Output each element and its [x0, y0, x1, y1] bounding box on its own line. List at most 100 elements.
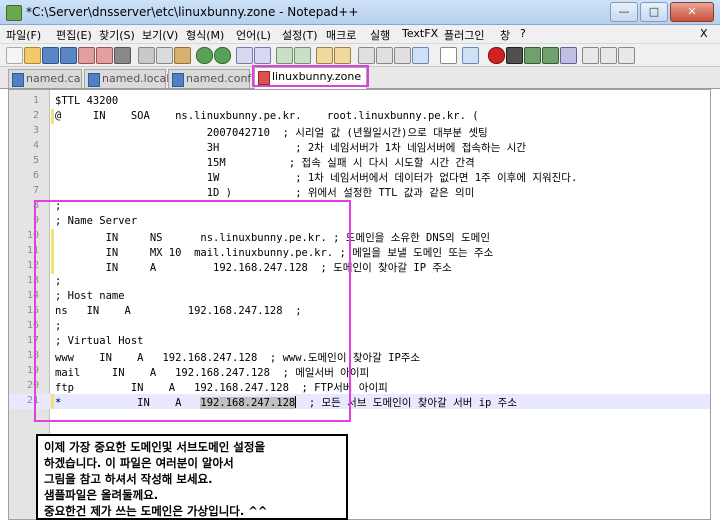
- code-text: 1W ; 1차 네임서버에서 데이터가 없다면 1주 이후에 지워진다.: [55, 170, 578, 185]
- note-line: 그림을 참고 하셔서 작성해 보세요.: [44, 472, 213, 486]
- close-document-button[interactable]: X: [700, 27, 708, 40]
- menu-macro[interactable]: 매크로: [326, 27, 356, 43]
- abc-check-icon[interactable]: [600, 47, 617, 64]
- stop-macro-icon[interactable]: [506, 47, 523, 64]
- code-text: $TTL 43200: [55, 95, 118, 107]
- word-wrap-icon[interactable]: [358, 47, 375, 64]
- line-number: 1: [32, 95, 39, 106]
- tab-named-ca[interactable]: named.ca: [8, 69, 82, 88]
- cut-icon[interactable]: [138, 47, 155, 64]
- code-line[interactable]: 4 3H ; 2차 네임서버가 1차 네임서버에 접속하는 시간: [9, 139, 710, 154]
- code-segment: 1D ) ; 위에서 설정한 TTL 값과 같은 의미: [55, 187, 475, 199]
- new-file-icon[interactable]: [6, 47, 23, 64]
- close-file-icon[interactable]: [78, 47, 95, 64]
- code-segment: 1W ; 1차 네임서버에서 데이터가 없다면 1주 이후에 지워진다.: [55, 172, 578, 184]
- window-title: *C:\Server\dnsserver\etc\linuxbunny.zone…: [26, 5, 359, 19]
- note-line: 이제 가장 중요한 도메인및 서브도메인 설정을: [44, 440, 266, 454]
- minimize-button[interactable]: —: [610, 2, 638, 22]
- menu-language[interactable]: 언어(L): [236, 27, 271, 43]
- menu-bar: 파일(F) 편집(E) 찾기(S) 보기(V) 형식(M) 언어(L) 설정(T…: [0, 25, 720, 44]
- code-text: 2007042710 ; 시리얼 값 (년월일시간)으로 대부분 셋팅: [55, 125, 488, 140]
- note-line: 하겠습니다. 이 파일은 여러분이 알아서: [44, 456, 234, 470]
- code-segment: $TTL 43200: [55, 95, 119, 107]
- file-icon: [12, 73, 24, 87]
- save-icon[interactable]: [42, 47, 59, 64]
- menu-settings[interactable]: 설정(T): [282, 27, 318, 43]
- code-line[interactable]: 6 1W ; 1차 네임서버에서 데이터가 없다면 1주 이후에 지워진다.: [9, 169, 710, 184]
- code-segment: 15M ; 접속 실패 시 다시 시도할 시간 간격: [55, 157, 475, 169]
- play-multiple-macro-icon[interactable]: [542, 47, 559, 64]
- line-number: 7: [32, 185, 39, 196]
- copy-icon[interactable]: [156, 47, 173, 64]
- function-list-icon[interactable]: [462, 47, 479, 64]
- file-icon: [172, 73, 184, 87]
- code-text: 15M ; 접속 실패 시 다시 시도할 시간 간격: [55, 155, 475, 170]
- indent-guide-icon[interactable]: [394, 47, 411, 64]
- code-segment: 3H ; 2차 네임서버가 1차 네임서버에 접속하는 시간: [55, 142, 526, 154]
- save-macro-icon[interactable]: [560, 47, 577, 64]
- code-line[interactable]: 1 $TTL 43200: [9, 94, 710, 109]
- code-line[interactable]: 3 2007042710 ; 시리얼 값 (년월일시간)으로 대부분 셋팅: [9, 124, 710, 139]
- code-highlight-annotation: [34, 200, 351, 422]
- menu-view[interactable]: 보기(V): [142, 27, 178, 43]
- tab-label: named.local: [102, 72, 170, 85]
- annotation-note-box: 이제 가장 중요한 도메인및 서브도메인 설정을 하겠습니다. 이 파일은 여러…: [36, 434, 348, 520]
- line-number: 2: [32, 110, 39, 121]
- record-macro-icon[interactable]: [488, 47, 505, 64]
- note-line: 중요한건 제가 쓰는 도메인은 가상입니다. ^^: [44, 504, 268, 518]
- change-marker: [51, 109, 54, 124]
- pilcrow-icon[interactable]: [412, 47, 429, 64]
- abc-icon[interactable]: [618, 47, 635, 64]
- close-window-button[interactable]: ✕: [670, 2, 714, 22]
- line-number: 5: [32, 155, 39, 166]
- menu-search[interactable]: 찾기(S): [99, 27, 135, 43]
- undo-icon[interactable]: [196, 47, 213, 64]
- code-line[interactable]: 7 1D ) ; 위에서 설정한 TTL 값과 같은 의미: [9, 184, 710, 199]
- code-line[interactable]: 5 15M ; 접속 실패 시 다시 시도할 시간 간격: [9, 154, 710, 169]
- line-number: 6: [32, 170, 39, 181]
- code-segment: 2007042710 ; 시리얼 값 (년월일시간)으로 대부분 셋팅: [55, 127, 488, 139]
- file-icon: [88, 73, 100, 87]
- menu-window[interactable]: 창: [500, 27, 510, 43]
- open-file-icon[interactable]: [24, 47, 41, 64]
- tab-named-local[interactable]: named.local: [84, 69, 170, 88]
- code-text: @ IN SOA ns.linuxbunny.pe.kr. root.linux…: [55, 110, 479, 122]
- print-icon[interactable]: [114, 47, 131, 64]
- tab-label: named.conf: [186, 72, 252, 85]
- menu-format[interactable]: 형식(M): [186, 27, 224, 43]
- line-number: 3: [32, 125, 39, 136]
- toolbar: [0, 44, 720, 67]
- show-all-chars-icon[interactable]: [376, 47, 393, 64]
- sync-h-icon[interactable]: [334, 47, 351, 64]
- menu-plugins[interactable]: 플러그인: [444, 27, 484, 43]
- document-view-icon[interactable]: [440, 47, 457, 64]
- title-bar: *C:\Server\dnsserver\etc\linuxbunny.zone…: [0, 0, 720, 25]
- zoom-in-icon[interactable]: [276, 47, 293, 64]
- notepadpp-icon: [6, 5, 22, 21]
- code-text: 3H ; 2차 네임서버가 1차 네임서버에 접속하는 시간: [55, 140, 526, 155]
- tab-label: named.ca: [26, 72, 81, 85]
- line-number: 4: [32, 140, 39, 151]
- redo-icon[interactable]: [214, 47, 231, 64]
- code-segment: @ IN SOA ns.linuxbunny.pe.kr. root.linux…: [55, 110, 479, 122]
- sync-v-icon[interactable]: [316, 47, 333, 64]
- tab-highlight-annotation: [252, 65, 369, 87]
- menu-help[interactable]: ?: [520, 27, 526, 40]
- tab-named-conf[interactable]: named.conf: [168, 69, 252, 88]
- menu-file[interactable]: 파일(F): [6, 27, 41, 43]
- save-all-icon[interactable]: [60, 47, 77, 64]
- spell-check-icon[interactable]: [582, 47, 599, 64]
- zoom-out-icon[interactable]: [294, 47, 311, 64]
- note-line: 샘플파일은 올려둘께요.: [44, 488, 159, 502]
- paste-icon[interactable]: [174, 47, 191, 64]
- menu-run[interactable]: 실행: [370, 27, 390, 43]
- menu-textfx[interactable]: TextFX: [402, 27, 438, 40]
- play-macro-icon[interactable]: [524, 47, 541, 64]
- code-line[interactable]: 2 @ IN SOA ns.linuxbunny.pe.kr. root.linu…: [9, 109, 710, 124]
- replace-icon[interactable]: [254, 47, 271, 64]
- close-all-icon[interactable]: [96, 47, 113, 64]
- maximize-button[interactable]: □: [640, 2, 668, 22]
- code-text: 1D ) ; 위에서 설정한 TTL 값과 같은 의미: [55, 185, 475, 200]
- menu-edit[interactable]: 편집(E): [56, 27, 92, 43]
- find-icon[interactable]: [236, 47, 253, 64]
